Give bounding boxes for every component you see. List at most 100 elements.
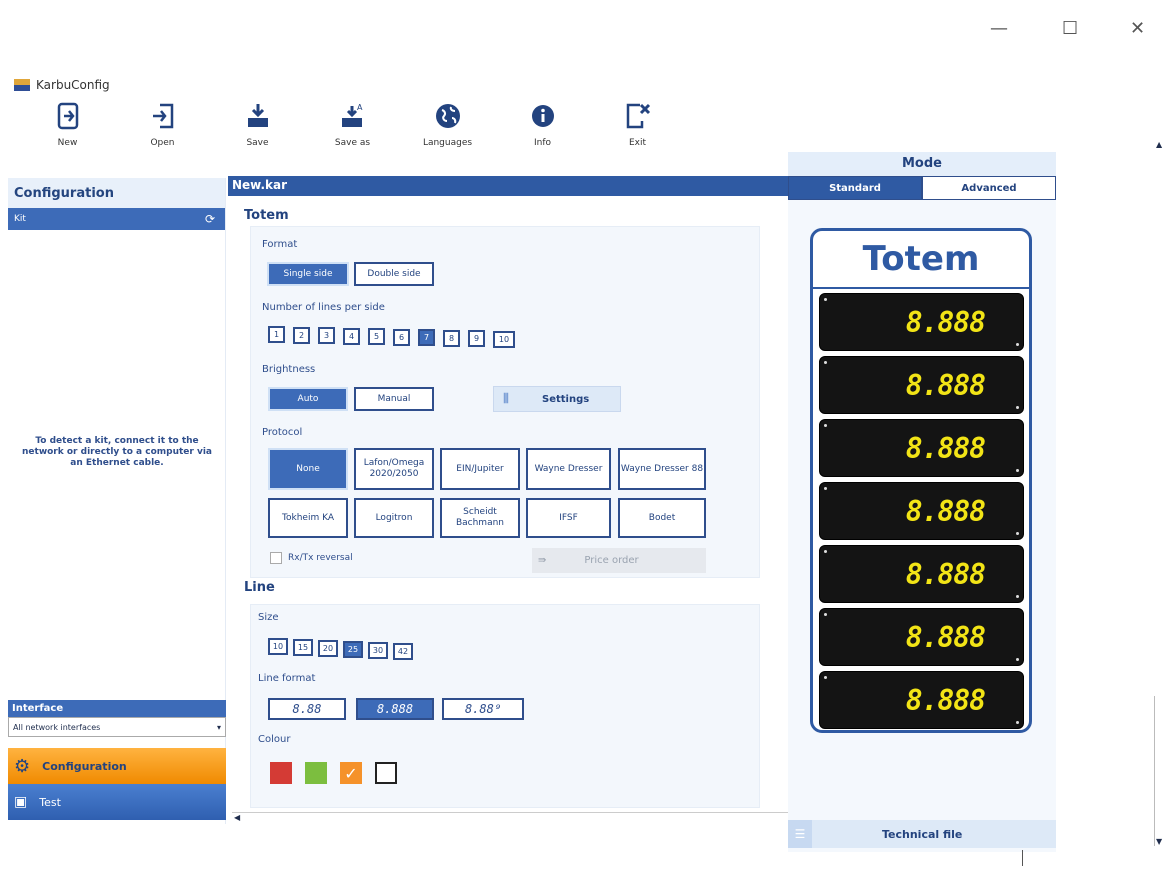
close-window-button[interactable]: ✕: [1130, 18, 1145, 39]
size-option-25[interactable]: 25: [343, 641, 363, 658]
price-digits: 8.888: [905, 495, 986, 528]
maximize-button[interactable]: ☐: [1062, 18, 1078, 39]
lines-option-5[interactable]: 5: [368, 328, 385, 345]
new-button[interactable]: New: [20, 100, 115, 148]
lines-option-10[interactable]: 10: [493, 330, 515, 348]
lines-option-3[interactable]: 3: [318, 327, 335, 344]
horizontal-scrollbar[interactable]: ◀: [232, 812, 788, 826]
totem-line: 8.888: [819, 671, 1024, 729]
open-label: Open: [150, 138, 175, 148]
nav-test[interactable]: ▣ Test: [8, 784, 226, 820]
document-title: New.kar: [228, 176, 788, 196]
brightness-manual[interactable]: Manual: [354, 387, 434, 411]
globe-icon: [432, 100, 464, 132]
lines-option-2[interactable]: 2: [293, 326, 310, 344]
interface-value: All network interfaces: [13, 722, 101, 732]
protocol-option[interactable]: Logitron: [354, 498, 434, 538]
nav-configuration[interactable]: ⚙ Configuration: [8, 748, 226, 784]
totem-preview: Totem 8.888 8.888 8.888 8.888 8.888 8.888 8.88…: [810, 228, 1032, 733]
size-option-30[interactable]: 30: [368, 642, 388, 659]
rxtx-reversal-option[interactable]: Rx/Tx reversal: [270, 552, 353, 564]
lines-label: Number of lines per side: [262, 302, 385, 313]
scroll-up-icon[interactable]: ▲: [1156, 140, 1162, 149]
colour-swatch[interactable]: ✓: [340, 762, 362, 784]
settings-button[interactable]: ⦀ Settings: [493, 386, 621, 412]
chevron-down-icon: ▾: [216, 722, 221, 732]
format-single-side[interactable]: Single side: [267, 262, 349, 286]
brightness-auto[interactable]: Auto: [268, 387, 348, 411]
gear-icon: ⚙: [14, 755, 31, 777]
format-double-side[interactable]: Double side: [354, 262, 434, 286]
protocol-option[interactable]: Bodet: [618, 498, 706, 538]
scroll-down-icon[interactable]: ▼: [1156, 837, 1162, 846]
left-panel-title: Configuration: [8, 178, 225, 208]
left-panel: Configuration Kit ⟳ To detect a kit, con…: [8, 178, 226, 824]
minimize-button[interactable]: —: [990, 18, 1008, 39]
save-as-button[interactable]: A Save as: [305, 100, 400, 148]
totem-line: 8.888: [819, 356, 1024, 414]
settings-label: Settings: [542, 393, 590, 405]
lines-option-6[interactable]: 6: [393, 328, 410, 346]
lines-option-1[interactable]: 1: [268, 326, 285, 343]
exit-icon: [622, 100, 654, 132]
totem-line: 8.888: [819, 293, 1024, 351]
totem-line: 8.888: [819, 545, 1024, 603]
scroll-left-icon[interactable]: ◀: [234, 813, 240, 822]
colour-label: Colour: [258, 734, 291, 745]
protocol-option[interactable]: Wayne Dresser: [526, 448, 611, 490]
size-option-10[interactable]: 10: [268, 638, 288, 655]
refresh-icon[interactable]: ⟳: [205, 212, 215, 226]
line-format-option[interactable]: 8.88: [268, 698, 346, 720]
scroll-thumb[interactable]: [1154, 696, 1166, 846]
totem-line: 8.888: [819, 419, 1024, 477]
protocol-option[interactable]: Wayne Dresser 88: [618, 448, 706, 490]
tab-standard[interactable]: Standard: [788, 176, 922, 200]
lines-option-4[interactable]: 4: [343, 327, 360, 345]
protocol-option[interactable]: IFSF: [526, 498, 611, 538]
protocol-option[interactable]: Scheidt Bachmann: [440, 498, 520, 538]
lines-option-8[interactable]: 8: [443, 329, 460, 347]
colour-swatch[interactable]: [305, 762, 327, 784]
save-label: Save: [246, 138, 269, 148]
rxtx-label: Rx/Tx reversal: [288, 553, 353, 563]
size-option-15[interactable]: 15: [293, 639, 313, 656]
rxtx-checkbox[interactable]: [270, 552, 282, 564]
price-order-button[interactable]: ⇛ Price order: [532, 548, 706, 573]
vertical-scrollbar[interactable]: ▲ ▼: [1152, 140, 1168, 860]
info-button[interactable]: Info: [495, 100, 590, 148]
lines-option-9[interactable]: 9: [468, 330, 485, 347]
kit-label: Kit: [14, 214, 26, 224]
interface-section: Interface All network interfaces ▾: [8, 700, 226, 737]
nav-test-label: Test: [39, 795, 61, 809]
interface-label: Interface: [8, 700, 226, 717]
price-digits: 8.888: [905, 558, 986, 591]
protocol-option[interactable]: EIN/Jupiter: [440, 448, 520, 490]
toolbar: New Open Save A Save as Languages Info E…: [20, 100, 685, 148]
colour-swatch[interactable]: [270, 762, 292, 784]
colour-swatch[interactable]: [375, 762, 397, 784]
open-button[interactable]: Open: [115, 100, 210, 148]
save-button[interactable]: Save: [210, 100, 305, 148]
price-digits: 8.888: [905, 432, 986, 465]
line-format-option-selected[interactable]: 8.888: [356, 698, 434, 720]
languages-button[interactable]: Languages: [400, 100, 495, 148]
protocol-option[interactable]: Lafon/Omega 2020/2050: [354, 448, 434, 490]
exit-button[interactable]: Exit: [590, 100, 685, 148]
size-option-20[interactable]: 20: [318, 640, 338, 657]
size-option-42[interactable]: 42: [393, 643, 413, 660]
protocol-option[interactable]: None: [268, 448, 348, 490]
protocol-option[interactable]: Tokheim KA: [268, 498, 348, 538]
save-icon: [242, 100, 274, 132]
mode-panel: Mode Standard Advanced Totem 8.888 8.888 8…: [788, 152, 1056, 852]
price-digits: 8.888: [905, 369, 986, 402]
lines-option-7[interactable]: 7: [418, 329, 435, 346]
tab-advanced[interactable]: Advanced: [922, 176, 1056, 200]
technical-file-button[interactable]: ☰ Technical file: [788, 820, 1056, 848]
totem-line: 8.888: [819, 482, 1024, 540]
mode-title: Mode: [788, 152, 1056, 176]
save-as-icon: A: [337, 100, 369, 132]
price-digits: 8.888: [905, 306, 986, 339]
status-bar: [1022, 850, 1154, 866]
interface-select[interactable]: All network interfaces ▾: [8, 717, 226, 737]
line-format-option[interactable]: 8.88⁹: [442, 698, 524, 720]
